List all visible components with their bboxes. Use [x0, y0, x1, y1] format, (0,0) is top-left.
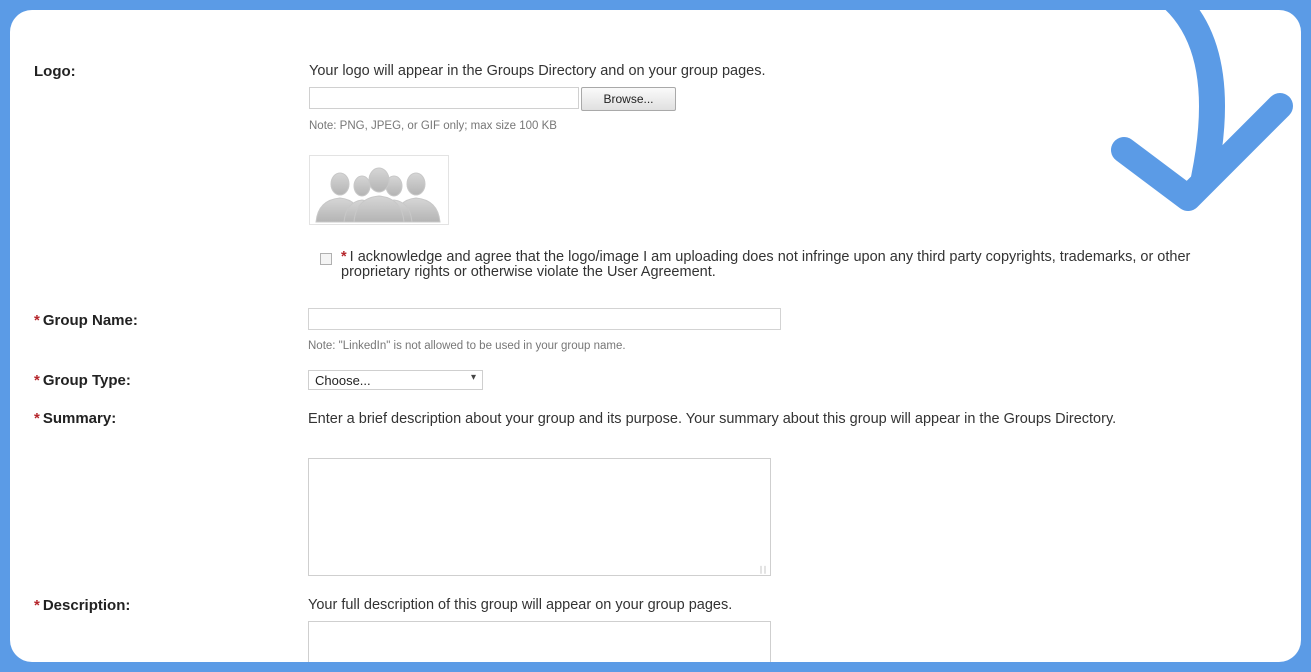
description-textarea[interactable] [308, 621, 771, 662]
summary-label: * Summary: [34, 410, 117, 427]
group-silhouette-icon [315, 167, 441, 223]
logo-file-input[interactable] [309, 87, 579, 109]
required-marker: * [341, 249, 347, 265]
agreement-text: * I acknowledge and agree that the logo/i… [341, 249, 1191, 280]
group-name-note: Note: "LinkedIn" is not allowed to be us… [308, 340, 626, 352]
logo-help-text: Your logo will appear in the Groups Dire… [309, 63, 766, 79]
summary-help-text: Enter a brief description about your gro… [308, 411, 1117, 427]
select-caret-icon: ▾ [470, 372, 476, 383]
browse-button[interactable]: Browse... [581, 87, 676, 111]
description-help-text: Your full description of this group will… [308, 597, 733, 613]
group-type-selected: Choose... [315, 373, 371, 388]
group-type-label: * Group Type: [34, 372, 131, 389]
agreement-checkbox[interactable] [320, 253, 332, 265]
logo-note: Note: PNG, JPEG, or GIF only; max size 1… [309, 120, 557, 132]
summary-textarea[interactable]: ∣∣ [308, 458, 771, 576]
group-name-input[interactable] [308, 308, 781, 330]
resize-grip-icon[interactable]: ∣∣ [759, 565, 767, 574]
description-label: * Description: [34, 597, 131, 614]
group-type-select[interactable]: Choose... ▾ [308, 370, 483, 390]
form-panel: Logo: Your logo will appear in the Group… [10, 10, 1301, 662]
group-name-label: * Group Name: [34, 312, 138, 329]
logo-label: Logo: [34, 63, 76, 80]
logo-preview [309, 155, 449, 225]
